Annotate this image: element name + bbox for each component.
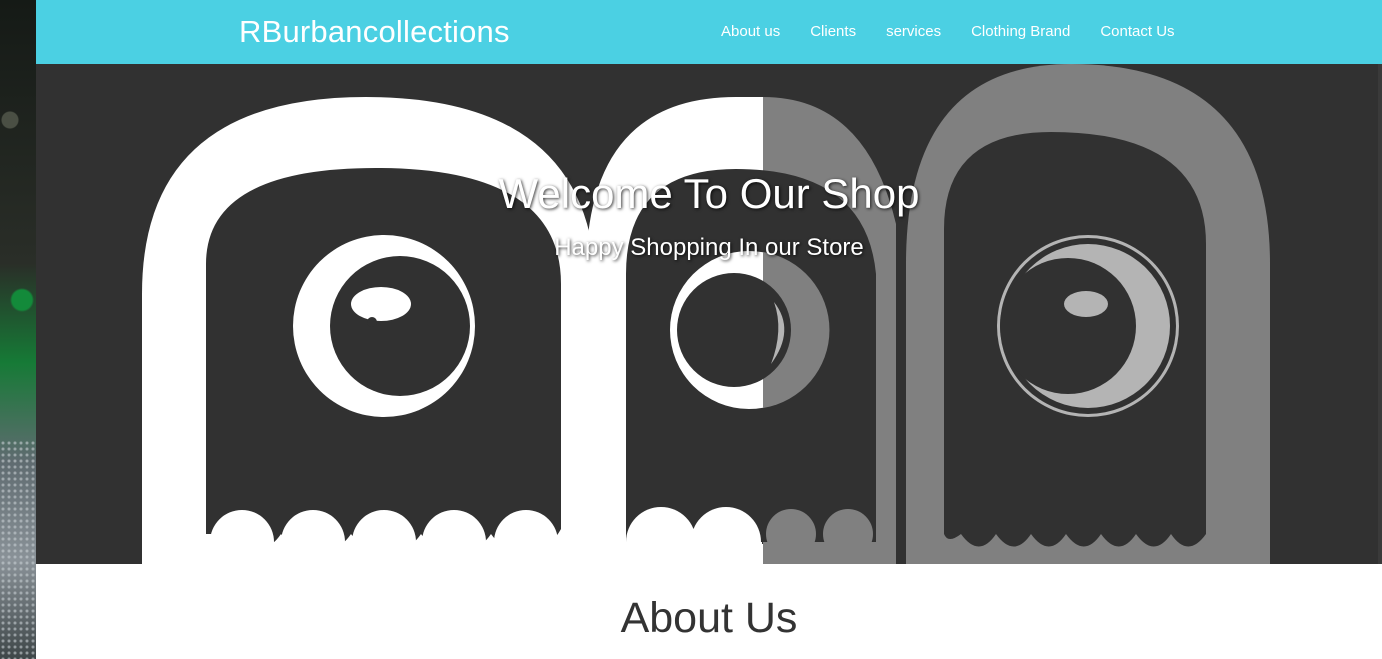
hero-banner: Welcome To Our Shop Happy Shopping In ou…	[36, 64, 1382, 564]
nav-link-services[interactable]: services	[886, 23, 941, 40]
about-heading: About Us	[620, 594, 798, 642]
about-section: About Us	[36, 564, 1382, 659]
nav-link-clothing-brand[interactable]: Clothing Brand	[971, 23, 1070, 40]
nav-link-about-us[interactable]: About us	[721, 23, 780, 40]
ghost-illustration	[142, 64, 1382, 564]
nav-menu: About us Clients services Clothing Brand…	[721, 23, 1205, 40]
background-photo-strip	[0, 0, 36, 659]
hero-title: Welcome To Our Shop	[498, 170, 920, 217]
hero-subtitle: Happy Shopping In our Store	[554, 234, 864, 261]
nav-link-clients[interactable]: Clients	[810, 23, 856, 40]
top-navbar: RBurbancollections About us Clients serv…	[36, 0, 1382, 64]
nav-link-contact-us[interactable]: Contact Us	[1100, 23, 1174, 40]
brand-logo[interactable]: RBurbancollections	[239, 14, 510, 50]
